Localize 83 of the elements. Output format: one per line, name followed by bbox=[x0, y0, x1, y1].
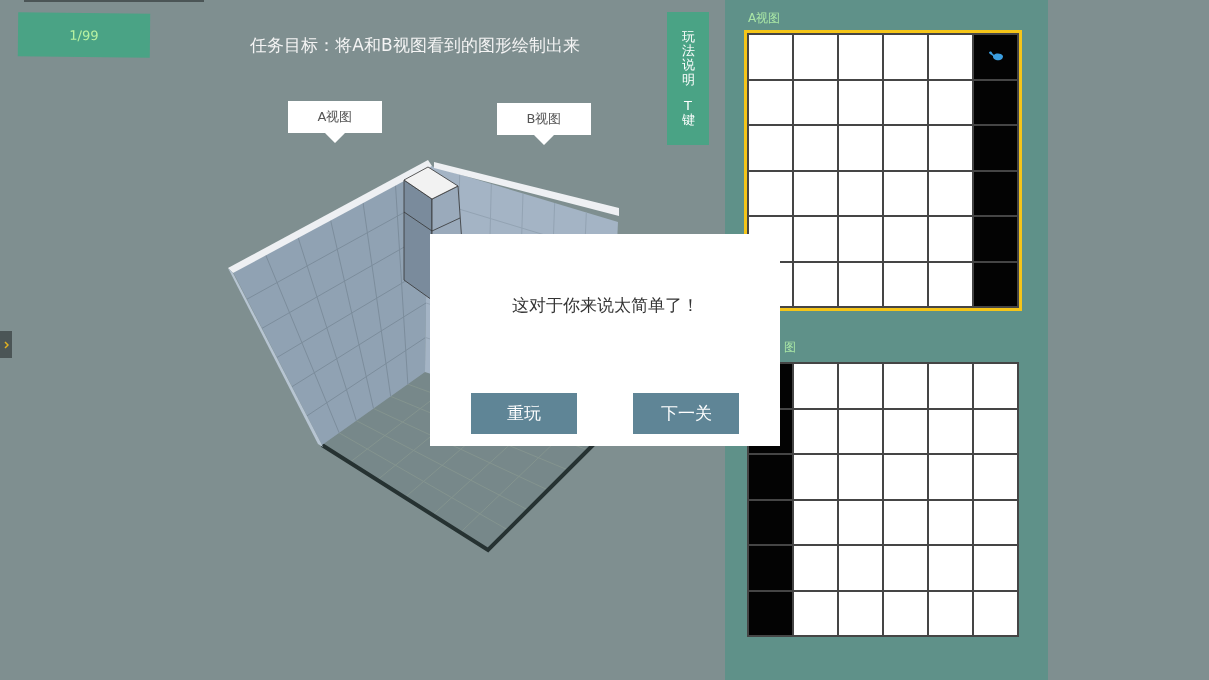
grid-cell[interactable] bbox=[794, 409, 837, 453]
grid-cell[interactable] bbox=[884, 500, 927, 544]
grid-cell[interactable] bbox=[794, 171, 837, 215]
grid-cell[interactable] bbox=[839, 171, 882, 215]
grid-cell[interactable] bbox=[929, 126, 972, 170]
grid-cell[interactable] bbox=[974, 171, 1017, 215]
level-badge: 1/99 bbox=[17, 12, 151, 58]
grid-cell[interactable] bbox=[839, 217, 882, 261]
grid-cell[interactable] bbox=[974, 35, 1017, 79]
grid-cell[interactable] bbox=[839, 364, 882, 408]
grid-cell[interactable] bbox=[794, 217, 837, 261]
grid-cell[interactable] bbox=[929, 217, 972, 261]
dialog-message: 这对于你来说太简单了！ bbox=[511, 294, 699, 317]
grid-cell[interactable] bbox=[884, 35, 927, 79]
grid-cell[interactable] bbox=[839, 500, 882, 544]
grid-cell[interactable] bbox=[884, 171, 927, 215]
grid-cell[interactable] bbox=[884, 126, 927, 170]
grid-cell[interactable] bbox=[749, 35, 792, 79]
help-button[interactable]: 玩法说明 T键 bbox=[667, 12, 709, 145]
grid-cell[interactable] bbox=[839, 262, 882, 306]
grid-cell[interactable] bbox=[839, 546, 882, 590]
grid-cell[interactable] bbox=[794, 500, 837, 544]
grid-cell[interactable] bbox=[749, 126, 792, 170]
grid-cell[interactable] bbox=[749, 500, 792, 544]
grid-cell[interactable] bbox=[794, 262, 837, 306]
replay-button[interactable]: 重玩 bbox=[471, 393, 577, 434]
grid-cell[interactable] bbox=[839, 126, 882, 170]
grid-cell[interactable] bbox=[974, 217, 1017, 261]
grid-cell[interactable] bbox=[749, 80, 792, 124]
grid-cell[interactable] bbox=[974, 126, 1017, 170]
next-level-button[interactable]: 下一关 bbox=[633, 393, 739, 434]
chevron-icon bbox=[3, 340, 9, 349]
grid-cell[interactable] bbox=[929, 80, 972, 124]
grid-cell[interactable] bbox=[929, 546, 972, 590]
grid-cell[interactable] bbox=[974, 591, 1017, 635]
drawing-grid[interactable] bbox=[744, 30, 1022, 311]
grid-cell[interactable] bbox=[974, 500, 1017, 544]
grid-label: A视图 bbox=[747, 10, 782, 27]
grid-cell[interactable] bbox=[749, 546, 792, 590]
grid-cell[interactable] bbox=[884, 364, 927, 408]
grid-cell[interactable] bbox=[749, 171, 792, 215]
grid-cell[interactable] bbox=[749, 591, 792, 635]
grid-cell[interactable] bbox=[794, 546, 837, 590]
grid-cell[interactable] bbox=[884, 546, 927, 590]
view-callout: A视图 bbox=[288, 101, 382, 143]
grid-cell[interactable] bbox=[884, 80, 927, 124]
grid-cell[interactable] bbox=[794, 35, 837, 79]
grid-cell[interactable] bbox=[794, 80, 837, 124]
grid-cell[interactable] bbox=[794, 364, 837, 408]
grid-cell[interactable] bbox=[884, 591, 927, 635]
grid-cell[interactable] bbox=[839, 80, 882, 124]
drawing-grid[interactable] bbox=[744, 359, 1022, 640]
grid-cell[interactable] bbox=[929, 409, 972, 453]
grid-cell[interactable] bbox=[839, 591, 882, 635]
grid-cell[interactable] bbox=[974, 364, 1017, 408]
hand-cursor-icon bbox=[988, 51, 1004, 61]
grid-cell[interactable] bbox=[929, 262, 972, 306]
grid-cell[interactable] bbox=[839, 409, 882, 453]
grid-cell[interactable] bbox=[929, 171, 972, 215]
grid-cell[interactable] bbox=[794, 591, 837, 635]
grid-cell[interactable] bbox=[974, 546, 1017, 590]
grid-cell[interactable] bbox=[884, 455, 927, 499]
grid-cell[interactable] bbox=[749, 455, 792, 499]
view-callout: B视图 bbox=[497, 103, 591, 145]
grid-cell[interactable] bbox=[884, 217, 927, 261]
grid-cell[interactable] bbox=[974, 455, 1017, 499]
grid-label: 图 bbox=[783, 339, 797, 356]
grid-cell[interactable] bbox=[929, 591, 972, 635]
side-toggle[interactable] bbox=[0, 331, 12, 358]
grid-cell[interactable] bbox=[929, 455, 972, 499]
task-title: 任务目标：将A和B视图看到的图形绘制出来 bbox=[249, 34, 581, 57]
grid-cell[interactable] bbox=[974, 80, 1017, 124]
grid-cell[interactable] bbox=[839, 455, 882, 499]
grid-cell[interactable] bbox=[839, 35, 882, 79]
grid-cell[interactable] bbox=[929, 500, 972, 544]
grid-cell[interactable] bbox=[974, 262, 1017, 306]
grid-cell[interactable] bbox=[929, 35, 972, 79]
grid-cell[interactable] bbox=[929, 364, 972, 408]
grid-cell[interactable] bbox=[884, 262, 927, 306]
grid-cell[interactable] bbox=[794, 455, 837, 499]
grid-cell[interactable] bbox=[794, 126, 837, 170]
grid-cell[interactable] bbox=[974, 409, 1017, 453]
grid-cell[interactable] bbox=[884, 409, 927, 453]
